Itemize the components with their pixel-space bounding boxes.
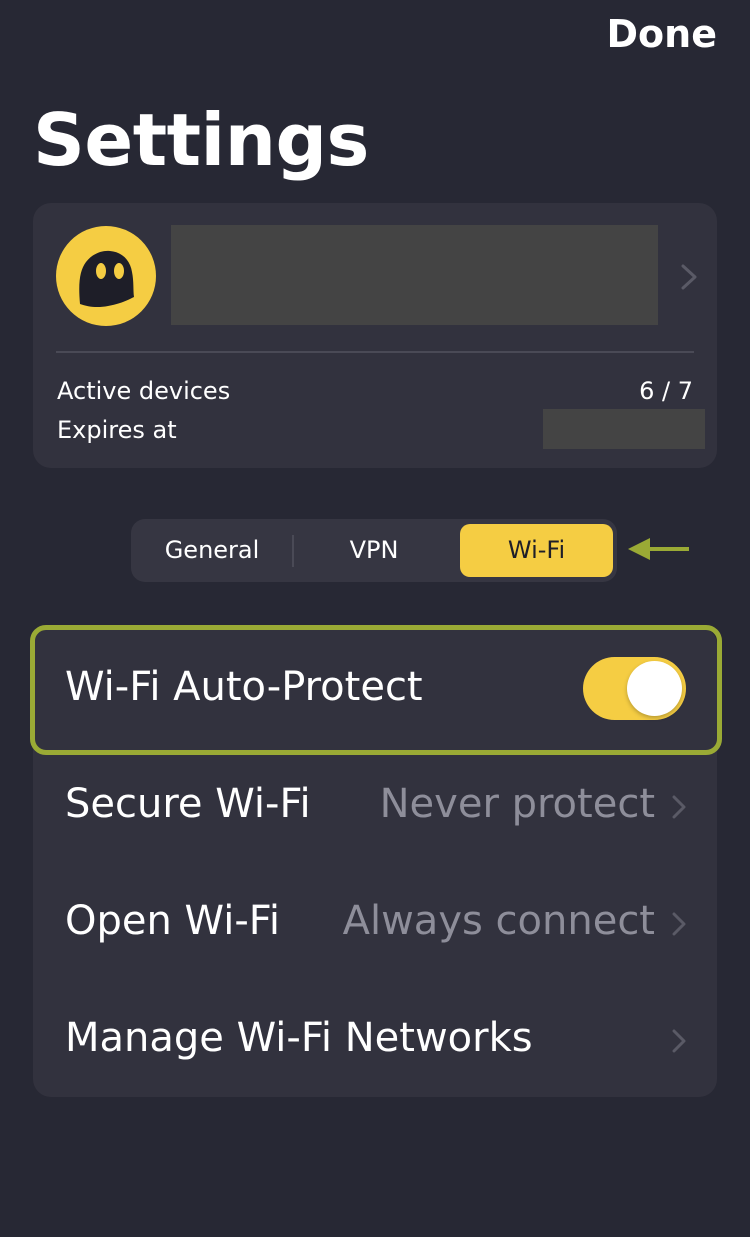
expires-at-label: Expires at <box>57 416 177 444</box>
tab-wifi[interactable]: Wi-Fi <box>460 524 613 577</box>
tab-vpn[interactable]: VPN <box>299 524 449 577</box>
page-title: Settings <box>33 98 369 182</box>
open-wifi-label: Open Wi-Fi <box>65 898 280 944</box>
manage-wifi-networks-label: Manage Wi-Fi Networks <box>65 1015 533 1061</box>
account-card[interactable]: Active devices 6 / 7 Expires at <box>33 203 717 468</box>
avatar <box>56 226 156 326</box>
divider <box>56 351 694 353</box>
expires-at-redacted <box>543 409 705 449</box>
tab-general[interactable]: General <box>137 524 287 577</box>
secure-wifi-label: Secure Wi-Fi <box>65 781 311 827</box>
done-button[interactable]: Done <box>607 12 717 56</box>
active-devices-value: 6 / 7 <box>639 377 693 405</box>
chevron-right-icon <box>672 1029 686 1053</box>
annotation-arrow-icon <box>628 538 689 560</box>
cyberghost-ghost-icon <box>79 250 134 308</box>
chevron-right-icon <box>681 264 697 290</box>
settings-tab-bar: General VPN Wi-Fi <box>131 519 617 582</box>
highlight-box <box>30 625 722 755</box>
active-devices-label: Active devices <box>57 377 231 405</box>
account-name-redacted <box>171 225 658 325</box>
open-wifi-value: Always connect <box>342 898 655 944</box>
chevron-right-icon <box>672 795 686 819</box>
tab-divider <box>292 535 294 567</box>
secure-wifi-value: Never protect <box>379 781 655 827</box>
chevron-right-icon <box>672 912 686 936</box>
